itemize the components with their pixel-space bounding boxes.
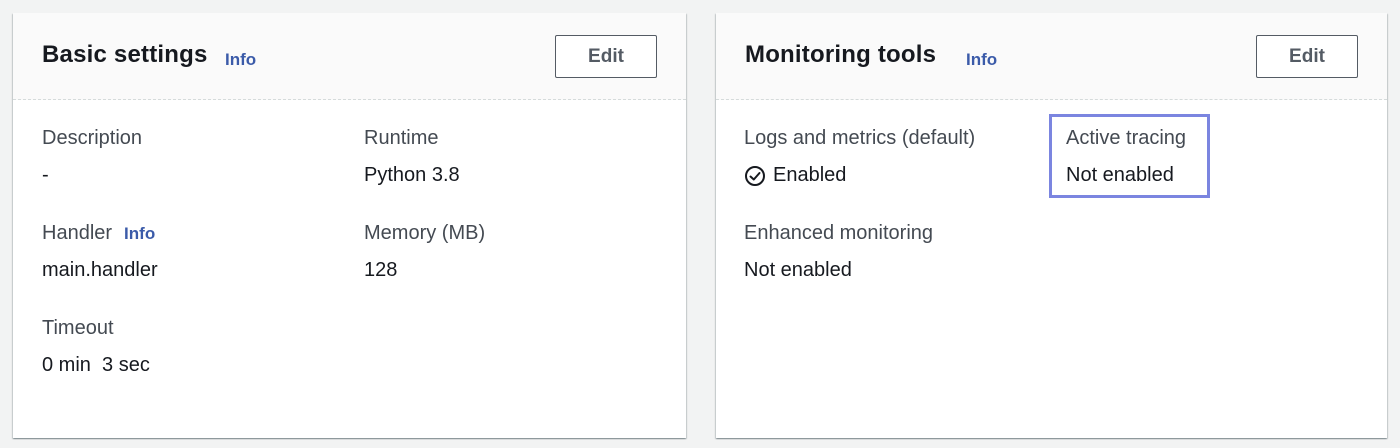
memory-label: Memory (MB) xyxy=(364,222,486,244)
handler-label: Handler xyxy=(42,222,113,244)
basic-settings-info-link[interactable]: Info xyxy=(225,50,256,70)
handler-field: Handler Info main.handler xyxy=(42,222,158,282)
handler-label-row: Handler Info xyxy=(42,222,158,245)
basic-settings-edit-button[interactable]: Edit xyxy=(555,35,657,78)
monitoring-tools-panel: Monitoring tools Info Edit Logs and metr… xyxy=(716,13,1387,438)
runtime-field: Runtime Python 3.8 xyxy=(364,127,460,187)
enhanced-monitoring-value: Not enabled xyxy=(744,259,852,281)
basic-settings-title: Basic settings xyxy=(42,41,208,68)
memory-field: Memory (MB) 128 xyxy=(364,222,485,282)
enhanced-monitoring-label: Enhanced monitoring xyxy=(744,222,934,244)
active-tracing-label: Active tracing xyxy=(1066,127,1187,149)
timeout-field: Timeout 0 min 3 sec xyxy=(42,317,150,377)
logs-metrics-status: Enabled xyxy=(744,164,975,187)
monitoring-tools-edit-button[interactable]: Edit xyxy=(1256,35,1358,78)
monitoring-tools-info-link[interactable]: Info xyxy=(966,50,997,70)
check-circle-icon xyxy=(745,165,765,186)
basic-settings-header: Basic settings Info Edit xyxy=(13,13,686,100)
logs-metrics-field: Logs and metrics (default) Enabled xyxy=(744,127,975,187)
description-value: - xyxy=(42,164,49,186)
memory-value: 128 xyxy=(364,259,398,281)
runtime-label: Runtime xyxy=(364,127,439,149)
logs-metrics-value: Enabled xyxy=(773,164,847,186)
timeout-label: Timeout xyxy=(42,317,114,339)
logs-metrics-label: Logs and metrics (default) xyxy=(744,127,976,149)
active-tracing-value: Not enabled xyxy=(1066,164,1174,186)
description-label: Description xyxy=(42,127,143,149)
active-tracing-field: Active tracing Not enabled xyxy=(1066,127,1186,187)
timeout-value: 0 min 3 sec xyxy=(42,354,150,376)
enhanced-monitoring-field: Enhanced monitoring Not enabled xyxy=(744,222,933,282)
handler-info-link[interactable]: Info xyxy=(124,224,155,243)
basic-settings-panel: Basic settings Info Edit Description - R… xyxy=(13,13,686,438)
runtime-value: Python 3.8 xyxy=(364,164,460,186)
monitoring-tools-title: Monitoring tools xyxy=(745,41,937,68)
monitoring-tools-header: Monitoring tools Info Edit xyxy=(716,13,1387,100)
description-field: Description - xyxy=(42,127,142,187)
handler-value: main.handler xyxy=(42,259,158,281)
